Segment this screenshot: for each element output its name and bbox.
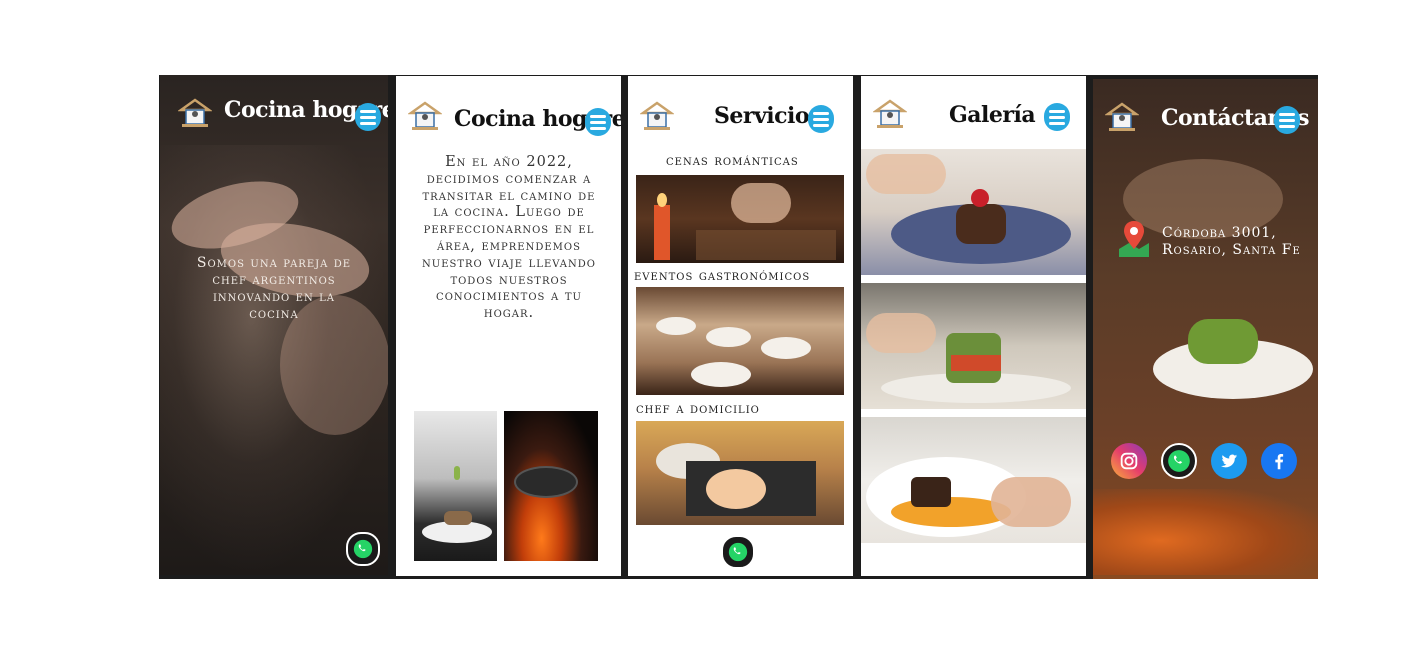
logo-house-icon[interactable] [178, 97, 212, 129]
page-title: Galería [949, 102, 1036, 128]
screen-services: Servicios cenas románticas eventos gastr… [628, 76, 853, 576]
instagram-icon [1120, 452, 1138, 470]
menu-button[interactable] [585, 108, 611, 136]
logo-house-icon[interactable] [408, 100, 442, 132]
service-label-romantic: cenas románticas [666, 153, 799, 169]
twitter-icon [1220, 454, 1238, 468]
hero-image-flour-hands [160, 145, 388, 575]
hero-tagline: Somos una pareja de chef argentinos inno… [196, 255, 352, 322]
menu-button[interactable] [808, 105, 834, 133]
service-photo-gourmet-events[interactable] [636, 287, 844, 395]
whatsapp-icon [1168, 450, 1190, 472]
service-photo-home-chef[interactable] [636, 421, 844, 525]
whatsapp-button[interactable] [346, 532, 380, 566]
background-salad [1188, 319, 1258, 364]
screen-about: Cocina hogareña En el año 2022, decidimo… [396, 76, 621, 576]
gallery-photo-2[interactable] [861, 283, 1086, 409]
menu-button[interactable] [355, 103, 381, 131]
background-pots [1093, 489, 1318, 575]
page-title: Servicios [714, 103, 821, 129]
screen-gallery: Galería [861, 76, 1086, 576]
whatsapp-button[interactable] [721, 535, 755, 569]
about-photo-plating [414, 411, 497, 561]
mockup-strip: Cocina hogareña Somos una pareja de chef… [159, 75, 1318, 579]
about-text: En el año 2022, decidimos comenzar a tra… [422, 154, 596, 322]
whatsapp-link[interactable] [1161, 443, 1197, 479]
twitter-link[interactable] [1211, 443, 1247, 479]
service-label-home-chef: chef a domicilio [636, 401, 760, 417]
about-photo-flame-wok [504, 411, 598, 561]
logo-house-icon[interactable] [640, 100, 674, 132]
logo-house-icon[interactable] [1105, 101, 1139, 133]
facebook-icon [1275, 454, 1284, 470]
location-pin-icon [1119, 221, 1149, 257]
gallery-photo-3[interactable] [861, 417, 1086, 543]
screen-home: Cocina hogareña Somos una pareja de chef… [160, 75, 388, 575]
contact-address: Córdoba 3001, Rosario, Santa Fe [1162, 225, 1301, 258]
whatsapp-icon [728, 542, 748, 562]
facebook-link[interactable] [1261, 443, 1297, 479]
menu-button[interactable] [1044, 103, 1070, 131]
whatsapp-icon [353, 539, 373, 559]
service-photo-romantic-dinner[interactable] [636, 175, 844, 263]
gallery-photo-1[interactable] [861, 149, 1086, 275]
logo-house-icon[interactable] [873, 98, 907, 130]
screen-contact: Contáctanos Córdoba 3001, Rosario, Santa… [1093, 79, 1318, 579]
instagram-link[interactable] [1111, 443, 1147, 479]
menu-button[interactable] [1274, 106, 1300, 134]
service-label-events: eventos gastronómicos [634, 268, 811, 284]
